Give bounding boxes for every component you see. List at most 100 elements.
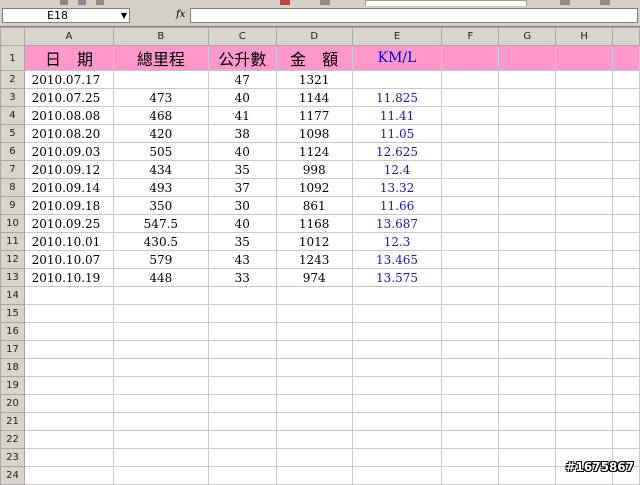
header-cell-empty[interactable] (441, 45, 500, 71)
column-header-partial[interactable] (612, 27, 640, 46)
cell-kml[interactable]: 13.687 (351, 214, 443, 233)
cell-empty[interactable] (555, 286, 614, 305)
cell-empty[interactable] (112, 412, 209, 431)
cell-empty[interactable] (555, 196, 614, 215)
cell-empty[interactable] (498, 286, 557, 305)
cell-distance[interactable]: 430.5 (112, 232, 209, 251)
cell-distance[interactable]: 579 (112, 250, 209, 269)
cell-empty[interactable] (441, 88, 500, 107)
cell-empty[interactable] (555, 124, 614, 143)
cell-empty[interactable] (275, 376, 353, 395)
cell-amount[interactable]: 1012 (275, 232, 353, 251)
row-header[interactable]: 13 (0, 268, 25, 287)
row-header[interactable]: 6 (0, 142, 25, 161)
cell-empty[interactable] (207, 322, 277, 341)
cell-empty[interactable] (612, 286, 640, 305)
cell-liters[interactable]: 40 (207, 88, 277, 107)
cell-empty[interactable] (441, 214, 500, 233)
cell-empty[interactable] (23, 448, 114, 467)
cell-empty[interactable] (498, 142, 557, 161)
header-cell-distance[interactable]: 總里程 (112, 45, 209, 71)
cell-empty[interactable] (351, 466, 443, 485)
cell-date[interactable]: 2010.08.20 (23, 124, 114, 143)
cell-kml[interactable] (351, 70, 443, 89)
cell-empty[interactable] (275, 340, 353, 359)
cell-empty[interactable] (498, 448, 557, 467)
cell-kml[interactable]: 11.66 (351, 196, 443, 215)
cell-empty[interactable] (275, 286, 353, 305)
cell-empty[interactable] (351, 304, 443, 323)
cell-empty[interactable] (612, 304, 640, 323)
cell-empty[interactable] (498, 268, 557, 287)
cell-empty[interactable] (441, 394, 500, 413)
cell-empty[interactable] (441, 142, 500, 161)
cell-kml[interactable]: 12.625 (351, 142, 443, 161)
cell-date[interactable]: 2010.09.18 (23, 196, 114, 215)
cell-date[interactable]: 2010.09.14 (23, 178, 114, 197)
cell-date[interactable]: 2010.09.03 (23, 142, 114, 161)
cell-empty[interactable] (498, 430, 557, 449)
cell-empty[interactable] (112, 322, 209, 341)
select-all-corner[interactable] (0, 27, 25, 46)
cell-empty[interactable] (612, 430, 640, 449)
cell-empty[interactable] (207, 286, 277, 305)
cell-empty[interactable] (23, 430, 114, 449)
header-cell-date[interactable]: 日 期 (23, 45, 114, 71)
cell-liters[interactable]: 40 (207, 214, 277, 233)
header-cell-kml[interactable]: KM/L (351, 45, 443, 71)
column-header-d[interactable]: D (275, 27, 353, 46)
cell-empty[interactable] (441, 70, 500, 89)
cell-date[interactable]: 2010.07.25 (23, 88, 114, 107)
cell-empty[interactable] (112, 304, 209, 323)
row-header[interactable]: 22 (0, 430, 25, 449)
cell-empty[interactable] (23, 358, 114, 377)
cell-empty[interactable] (498, 196, 557, 215)
cell-empty[interactable] (555, 232, 614, 251)
cell-empty[interactable] (207, 376, 277, 395)
cell-kml[interactable]: 11.825 (351, 88, 443, 107)
cell-empty[interactable] (351, 340, 443, 359)
cell-amount[interactable]: 1098 (275, 124, 353, 143)
cell-empty[interactable] (555, 160, 614, 179)
cell-empty[interactable] (555, 70, 614, 89)
cell-empty[interactable] (441, 322, 500, 341)
cell-empty[interactable] (555, 430, 614, 449)
cell-empty[interactable] (441, 412, 500, 431)
cell-empty[interactable] (441, 376, 500, 395)
cell-empty[interactable] (498, 340, 557, 359)
cell-empty[interactable] (555, 88, 614, 107)
toolbar-icon[interactable] (96, 0, 104, 5)
row-header[interactable]: 15 (0, 304, 25, 323)
header-cell-liters[interactable]: 公升數 (207, 45, 277, 71)
cell-empty[interactable] (555, 376, 614, 395)
cell-empty[interactable] (441, 466, 500, 485)
row-header[interactable]: 11 (0, 232, 25, 251)
column-header-h[interactable]: H (555, 27, 614, 46)
cell-empty[interactable] (441, 268, 500, 287)
row-header[interactable]: 18 (0, 358, 25, 377)
row-header[interactable]: 1 (0, 45, 25, 71)
cell-empty[interactable] (498, 376, 557, 395)
cell-empty[interactable] (555, 142, 614, 161)
cell-empty[interactable] (207, 304, 277, 323)
cell-kml[interactable]: 11.05 (351, 124, 443, 143)
cell-empty[interactable] (498, 178, 557, 197)
column-header-f[interactable]: F (441, 27, 500, 46)
cell-liters[interactable]: 35 (207, 232, 277, 251)
cell-empty[interactable] (23, 466, 114, 485)
cell-amount[interactable]: 1321 (275, 70, 353, 89)
cell-empty[interactable] (612, 376, 640, 395)
cell-distance[interactable]: 473 (112, 88, 209, 107)
cell-kml[interactable]: 11.41 (351, 106, 443, 125)
cell-empty[interactable] (441, 196, 500, 215)
cell-empty[interactable] (275, 358, 353, 377)
cell-liters[interactable]: 37 (207, 178, 277, 197)
cell-empty[interactable] (112, 448, 209, 467)
cell-empty[interactable] (612, 340, 640, 359)
cell-empty[interactable] (207, 466, 277, 485)
toolbar-icon[interactable] (280, 0, 290, 5)
cell-empty[interactable] (555, 340, 614, 359)
cell-liters[interactable]: 40 (207, 142, 277, 161)
cell-liters[interactable]: 43 (207, 250, 277, 269)
cell-date[interactable]: 2010.10.07 (23, 250, 114, 269)
